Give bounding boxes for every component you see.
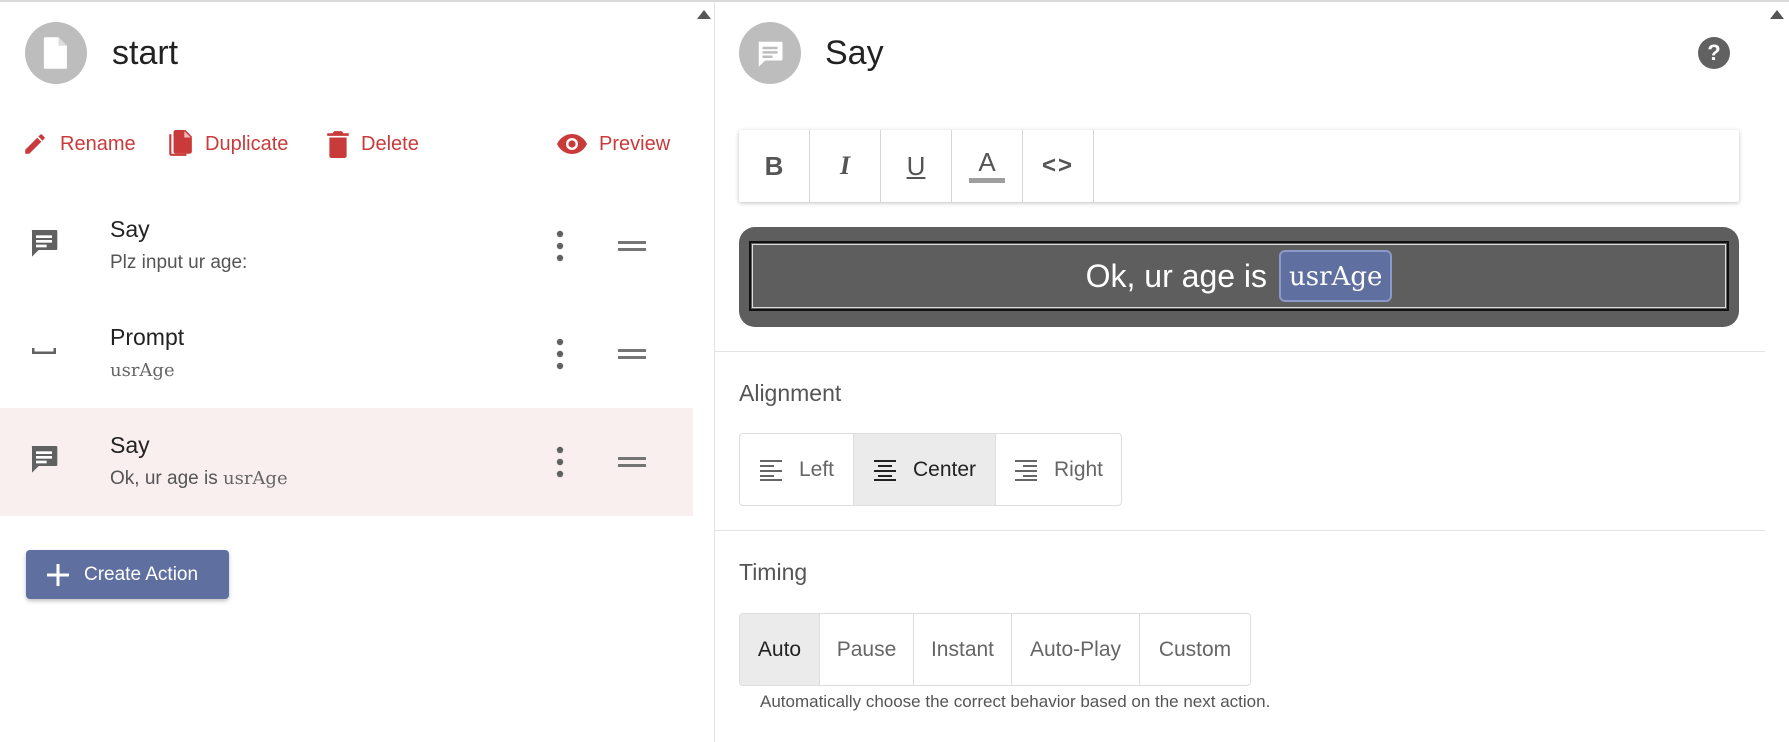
timing-custom-option[interactable]: Custom [1140,614,1250,685]
drag-handle-icon[interactable] [618,232,646,260]
create-action-button[interactable]: Create Action [26,550,229,599]
italic-icon: I [839,151,851,180]
action-row[interactable]: Prompt usrAge [0,300,693,408]
bold-button[interactable]: B [739,130,810,202]
action-title: Say [110,216,150,242]
action-list-panel: start Rename Duplicate Delete Preview Sa… [0,2,693,742]
timing-option-label: Auto [757,637,802,661]
action-subtitle: usrAge [110,360,175,382]
rename-button[interactable]: Rename [22,126,136,162]
editor-title: Say [825,33,884,72]
plus-icon [47,563,69,586]
timing-instant-option[interactable]: Instant [914,614,1012,685]
action-subtitle-variable: usrAge [223,468,288,489]
drag-handle-icon[interactable] [618,448,646,476]
variable-chip[interactable]: usrAge [1279,250,1393,302]
preview-button[interactable]: Preview [557,126,670,162]
more-vert-icon[interactable] [548,226,572,266]
align-right-label: Right [1053,457,1104,481]
drag-handle-icon[interactable] [618,340,646,368]
text-color-icon: A [978,147,996,177]
delete-button[interactable]: Delete [327,126,419,162]
timing-option-label: Pause [836,637,897,661]
timing-selector: Auto Pause Instant Auto-Play Custom [739,613,1251,686]
help-icon[interactable]: ? [1698,37,1730,69]
action-subtitle: Ok, ur age is usrAge [110,468,288,490]
align-center-label: Center [912,457,977,481]
more-vert-icon[interactable] [548,442,572,482]
text-preview[interactable]: Ok, ur age is usrAge [749,241,1729,311]
more-vert-icon[interactable] [548,334,572,374]
document-avatar [25,22,87,84]
chat-icon [31,446,58,473]
action-type-avatar [739,22,801,84]
copy-icon [169,130,192,156]
align-left-icon [759,459,782,481]
code-icon: <> [1041,152,1075,179]
document-icon [43,37,67,69]
timing-label: Timing [739,559,808,585]
timing-hint: Automatically choose the correct behavio… [760,692,1271,711]
duplicate-button[interactable]: Duplicate [167,126,288,162]
action-editor-panel: Say ? B I U A <> Ok, ur age is usrAge Al… [715,2,1765,742]
document-toolbar: Rename Duplicate Delete Preview [22,126,677,162]
duplicate-label: Duplicate [205,132,289,155]
timing-option-label: Auto-Play [1029,637,1122,661]
preview-text: Ok, ur age is [1085,257,1268,294]
align-left-label: Left [798,457,835,481]
underline-icon: U [906,150,926,181]
align-right-icon [1014,459,1037,481]
text-color-button[interactable]: A [952,130,1023,202]
delete-label: Delete [361,132,419,155]
formatting-toolbar: B I U A <> [739,130,1739,202]
scroll-up-arrow-icon[interactable] [697,10,711,19]
chat-icon [31,230,58,257]
text-color-swatch [969,178,1005,183]
timing-pause-option[interactable]: Pause [820,614,914,685]
alignment-label: Alignment [739,380,842,406]
document-header: start [25,22,178,84]
align-left-option[interactable]: Left [740,434,854,505]
eye-icon [557,134,587,154]
align-center-icon [873,459,896,481]
code-button[interactable]: <> [1023,130,1094,202]
action-row-selected[interactable]: Say Ok, ur age is usrAge [0,408,693,516]
chat-icon [758,41,783,67]
app-window: start Rename Duplicate Delete Preview Sa… [0,0,1789,742]
alignment-selector: Left Center Right [739,433,1122,506]
pencil-icon [25,134,45,154]
right-scrollbar[interactable] [1765,2,1789,742]
action-title: Prompt [110,324,185,350]
timing-autoplay-option[interactable]: Auto-Play [1012,614,1140,685]
underline-button[interactable]: U [881,130,952,202]
rename-label: Rename [60,132,136,155]
action-subtitle: Plz input ur age: [110,252,247,274]
timing-option-label: Custom [1158,637,1232,661]
section-divider [715,530,1765,531]
trash-icon [327,131,349,158]
timing-option-label: Instant [930,637,995,661]
align-center-option[interactable]: Center [854,434,996,505]
space-bar-icon [32,348,56,354]
text-preview-frame: Ok, ur age is usrAge [739,227,1739,327]
scroll-up-arrow-icon[interactable] [1770,10,1784,19]
section-divider [715,351,1765,352]
bold-icon: B [764,150,784,181]
align-right-option[interactable]: Right [996,434,1121,505]
editor-header: Say [739,22,884,84]
create-action-label: Create Action [84,563,199,585]
action-row[interactable]: Say Plz input ur age: [0,192,693,300]
action-subtitle-text: Ok, ur age is [110,468,223,489]
timing-auto-option[interactable]: Auto [740,614,820,685]
action-title: Say [110,432,150,458]
left-scrollbar[interactable] [693,2,715,742]
preview-label: Preview [599,132,671,155]
italic-button[interactable]: I [810,130,881,202]
action-subtitle-text: Plz input ur age: [110,252,248,273]
action-subtitle-variable: usrAge [110,360,175,381]
document-title: start [112,33,179,72]
